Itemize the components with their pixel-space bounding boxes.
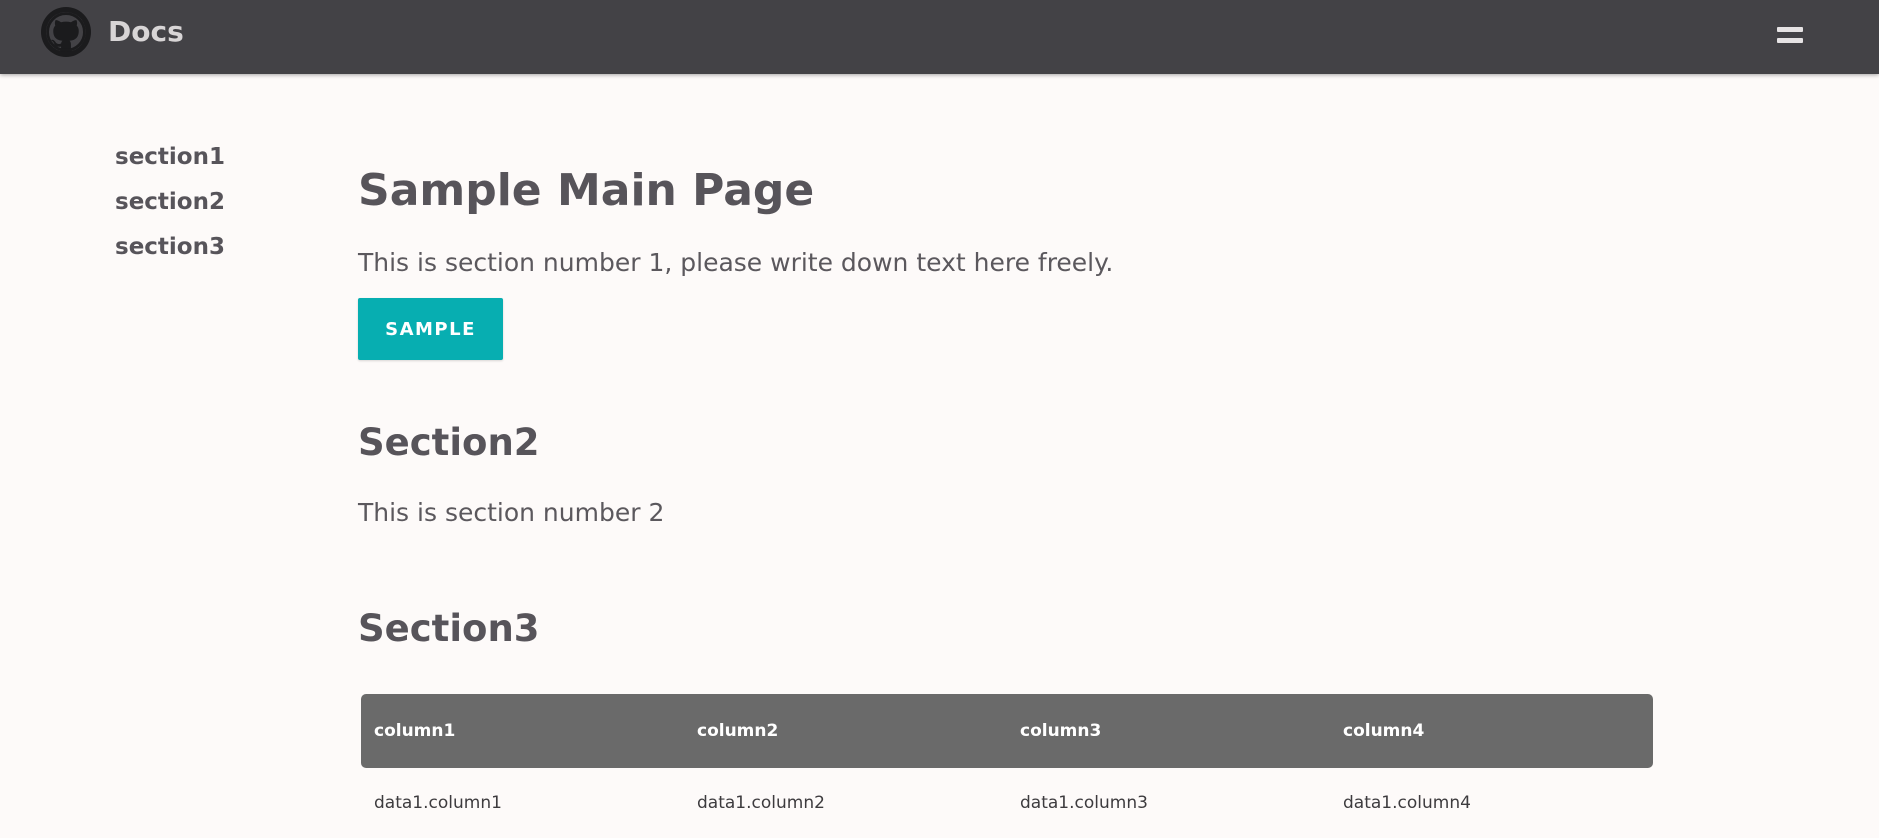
column-header: column2 xyxy=(684,694,1007,768)
brand-title: Docs xyxy=(108,15,184,48)
column-header: column1 xyxy=(361,694,684,768)
table-cell: data1.column2 xyxy=(697,793,825,813)
section3-title: Section3 xyxy=(358,607,540,650)
section1-text: This is section number 1, please write d… xyxy=(358,248,1114,277)
menu-bar-top xyxy=(1777,27,1803,32)
top-navbar: Docs xyxy=(0,0,1879,74)
table-header: column1 column2 column3 column4 xyxy=(361,694,1653,768)
hamburger-menu-icon[interactable] xyxy=(1775,23,1805,49)
sidebar-nav: section1 section2 section3 xyxy=(115,135,225,270)
section2-title: Section2 xyxy=(358,421,540,464)
table-row: data1.column1 data1.column2 data1.column… xyxy=(361,768,1653,838)
brand-link[interactable]: Docs xyxy=(41,7,184,57)
table-header-row: column1 column2 column3 column4 xyxy=(361,694,1653,768)
section2-text: This is section number 2 xyxy=(358,498,665,527)
column-header: column3 xyxy=(1007,694,1330,768)
sidebar-item-section3[interactable]: section3 xyxy=(115,225,225,270)
table-body: data1.column1 data1.column2 data1.column… xyxy=(361,768,1653,838)
data-table-container: column1 column2 column3 column4 data1.co… xyxy=(361,694,1653,838)
page-title: Sample Main Page xyxy=(358,165,815,216)
menu-bar-bottom xyxy=(1777,38,1803,43)
data-table: column1 column2 column3 column4 data1.co… xyxy=(361,694,1653,838)
sample-button[interactable]: SAMPLE xyxy=(358,298,503,360)
table-cell: data1.column3 xyxy=(1020,793,1148,813)
sidebar-item-section2[interactable]: section2 xyxy=(115,180,225,225)
table-cell: data1.column4 xyxy=(1343,793,1471,813)
github-icon xyxy=(41,7,91,57)
table-cell: data1.column1 xyxy=(374,793,502,813)
sidebar-item-section1[interactable]: section1 xyxy=(115,135,225,180)
column-header: column4 xyxy=(1330,694,1653,768)
